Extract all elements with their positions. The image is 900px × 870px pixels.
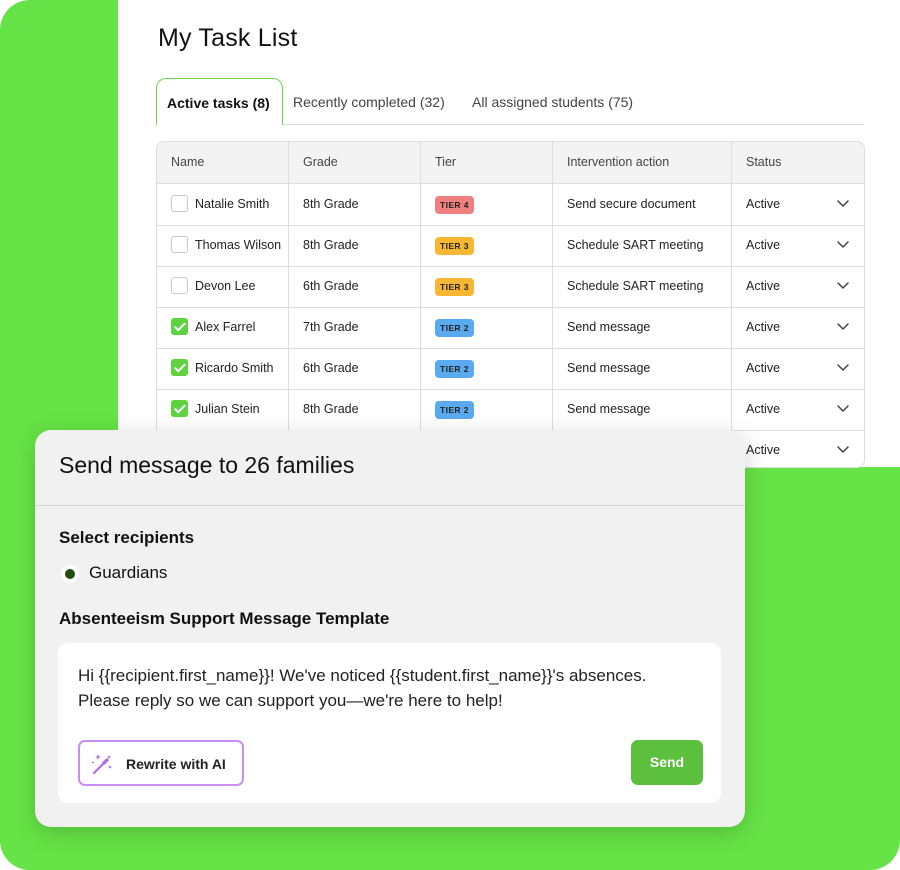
status-cell: Active: [732, 184, 864, 225]
status-cell: Active: [732, 225, 864, 266]
rewrite-with-ai-button[interactable]: Rewrite with AI: [78, 740, 244, 786]
grade-cell: 8th Grade: [289, 225, 421, 266]
task-list-panel: My Task List Active tasks (8) Recently c…: [118, 0, 900, 468]
status-text: Active: [746, 279, 781, 293]
grade-cell: 6th Grade: [289, 348, 421, 389]
student-name: Alex Farrel: [195, 320, 256, 334]
row-checkbox[interactable]: [171, 277, 188, 294]
message-text[interactable]: Hi {{recipient.first_name}}! We've notic…: [78, 663, 698, 713]
tier-cell: TIER 2: [421, 307, 553, 348]
tier-badge: TIER 3: [435, 236, 474, 255]
status-text: Active: [746, 197, 781, 211]
student-name: Natalie Smith: [195, 197, 270, 211]
status-cell: Active: [732, 389, 864, 430]
chevron-down-icon[interactable]: [836, 401, 850, 415]
intervention-action-cell: Send message: [553, 348, 732, 389]
tier-badge: TIER 2: [435, 359, 474, 378]
tier-cell: TIER 3: [421, 225, 553, 266]
row-checkbox[interactable]: [171, 359, 188, 376]
column-header-grade[interactable]: Grade: [289, 142, 421, 183]
column-header-name[interactable]: Name: [157, 142, 289, 183]
modal-title: Send message to 26 families: [59, 452, 355, 478]
status-text: Active: [746, 320, 781, 334]
row-checkbox[interactable]: [171, 400, 188, 417]
grade-cell: 6th Grade: [289, 266, 421, 307]
table-row[interactable]: Thomas Wilson 8th Grade TIER 3 Schedule SAR…: [157, 225, 864, 267]
status-text: Active: [746, 402, 781, 416]
status-cell: Active: [732, 266, 864, 307]
row-name-cell: Ricardo Smith: [157, 348, 289, 389]
tier-badge: TIER 2: [435, 318, 474, 337]
tab-recently-completed[interactable]: Recently completed (32): [283, 78, 455, 124]
status-text: Active: [746, 361, 781, 375]
chevron-down-icon[interactable]: [836, 442, 850, 456]
chevron-down-icon[interactable]: [836, 360, 850, 374]
table-row[interactable]: Alex Farrel 7th Grade TIER 2 Send message Ac…: [157, 307, 864, 349]
intervention-action-cell: Schedule SART meeting: [553, 225, 732, 266]
page-title: My Task List: [158, 24, 298, 52]
grade-cell: 8th Grade: [289, 389, 421, 430]
student-name: Devon Lee: [195, 279, 256, 293]
row-name-cell: Thomas Wilson: [157, 225, 289, 266]
intervention-action-cell: Send message: [553, 389, 732, 430]
row-name-cell: Alex Farrel: [157, 307, 289, 348]
tier-badge: TIER 3: [435, 277, 474, 296]
chevron-down-icon[interactable]: [836, 237, 850, 251]
row-checkbox[interactable]: [171, 318, 188, 335]
student-name: Julian Stein: [195, 402, 260, 416]
status-text: Active: [746, 238, 781, 252]
tab-bar: Active tasks (8) Recently completed (32)…: [156, 78, 864, 125]
message-editor[interactable]: Hi {{recipient.first_name}}! We've notic…: [58, 643, 721, 803]
table-row[interactable]: Julian Stein 8th Grade TIER 2 Send message A…: [157, 389, 864, 431]
intervention-action-cell: Send secure document: [553, 184, 732, 225]
student-name: Thomas Wilson: [195, 238, 282, 252]
table-row[interactable]: Ricardo Smith 6th Grade TIER 2 Send message…: [157, 348, 864, 390]
chevron-down-icon[interactable]: [836, 278, 850, 292]
tier-cell: TIER 2: [421, 348, 553, 389]
row-name-cell: Julian Stein: [157, 389, 289, 430]
table-row[interactable]: Devon Lee 6th Grade TIER 3 Schedule SART me…: [157, 266, 864, 308]
template-label: Absenteeism Support Message Template: [59, 609, 390, 628]
tier-cell: TIER 3: [421, 266, 553, 307]
student-name: Ricardo Smith: [195, 361, 274, 375]
send-message-modal: Send message to 26 families Select recip…: [35, 430, 745, 827]
modal-header: Send message to 26 families: [35, 430, 745, 506]
send-button[interactable]: Send: [631, 740, 703, 785]
column-header-tier[interactable]: Tier: [421, 142, 553, 183]
chevron-down-icon[interactable]: [836, 196, 850, 210]
intervention-action-cell: Schedule SART meeting: [553, 266, 732, 307]
guardians-radio[interactable]: [61, 565, 79, 583]
table-row[interactable]: Natalie Smith 8th Grade TIER 4 Send secure …: [157, 184, 864, 226]
tier-cell: TIER 4: [421, 184, 553, 225]
status-text: Active: [746, 443, 781, 457]
column-header-intervention-action[interactable]: Intervention action: [553, 142, 732, 183]
status-cell: Active: [732, 348, 864, 389]
tab-active-tasks[interactable]: Active tasks (8): [156, 78, 283, 125]
intervention-action-cell: Send message: [553, 307, 732, 348]
grade-cell: 7th Grade: [289, 307, 421, 348]
grade-cell: 8th Grade: [289, 184, 421, 225]
magic-wand-sparkles-icon: [91, 754, 112, 775]
column-header-status[interactable]: Status: [732, 142, 864, 183]
tier-cell: TIER 2: [421, 389, 553, 430]
rewrite-with-ai-label: Rewrite with AI: [126, 756, 226, 772]
row-checkbox[interactable]: [171, 236, 188, 253]
tier-badge: TIER 4: [435, 195, 474, 214]
status-cell: Active: [732, 307, 864, 348]
tab-all-assigned-students[interactable]: All assigned students (75): [462, 78, 643, 124]
table-header: Name Grade Tier Intervention action Stat…: [157, 142, 864, 184]
task-table: Name Grade Tier Intervention action Stat…: [156, 141, 865, 468]
row-checkbox[interactable]: [171, 195, 188, 212]
row-name-cell: Devon Lee: [157, 266, 289, 307]
guardians-radio-label[interactable]: Guardians: [89, 563, 167, 583]
tier-badge: TIER 2: [435, 400, 474, 419]
status-cell: Active: [732, 430, 864, 467]
row-name-cell: Natalie Smith: [157, 184, 289, 225]
chevron-down-icon[interactable]: [836, 319, 850, 333]
recipients-label: Select recipients: [59, 528, 195, 547]
